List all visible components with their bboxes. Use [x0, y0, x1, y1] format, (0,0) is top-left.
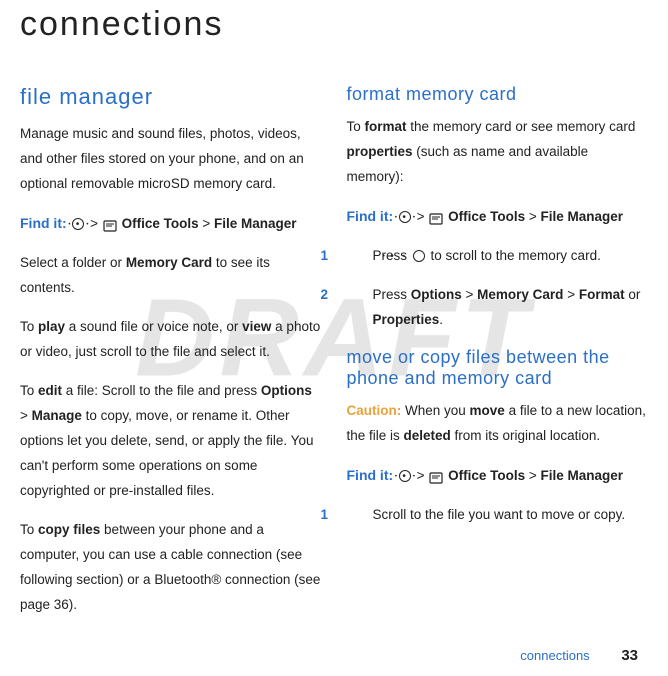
- find-it-line-1: Find it: •• > Office Tools > File Manage…: [20, 211, 322, 237]
- copy-files-label: copy files: [38, 522, 100, 537]
- text-fragment: Select a folder or: [20, 255, 126, 270]
- menu-office-tools: Office Tools: [448, 209, 525, 224]
- text-fragment: To: [20, 383, 38, 398]
- text-fragment: a file: Scroll to the file and press: [62, 383, 261, 398]
- play-label: play: [38, 319, 65, 334]
- step-number: 1: [347, 503, 373, 528]
- menu-office-tools: Office Tools: [122, 216, 199, 231]
- page-number: 33: [621, 647, 638, 664]
- properties-menu-label: Properties: [373, 312, 440, 327]
- find-it-line-3: Find it: •• > Office Tools > File Manage…: [347, 463, 649, 489]
- nav-key-icon: ••: [411, 249, 427, 263]
- text-fragment: from its original location.: [451, 428, 600, 443]
- two-column-layout: file manager Manage music and sound file…: [20, 84, 648, 631]
- memory-card-label: Memory Card: [477, 287, 563, 302]
- step-number: 2: [347, 283, 373, 308]
- page-title: connections: [20, 0, 648, 44]
- tools-icon: [428, 469, 444, 483]
- format-label: format: [365, 119, 407, 134]
- caution-text: Caution: When you move a file to a new l…: [347, 399, 649, 449]
- find-it-label: Find it:: [347, 208, 394, 224]
- step-number: 1: [347, 244, 373, 269]
- format-intro: To format the memory card or see memory …: [347, 115, 649, 190]
- text-fragment: the memory card or see memory card: [407, 119, 636, 134]
- step-2: 2Press Options > Memory Card > Format or…: [347, 283, 649, 333]
- text-fragment: >: [20, 408, 32, 423]
- step-1b: 1Scroll to the file you want to move or …: [347, 503, 649, 528]
- text-fragment: a sound file or voice note, or: [65, 319, 242, 334]
- find-it-label: Find it:: [20, 215, 67, 231]
- text-fragment: or: [625, 287, 641, 302]
- caution-label: Caution:: [347, 403, 402, 418]
- text-fragment: To: [20, 522, 38, 537]
- options-label: Options: [261, 383, 312, 398]
- nav-key-icon: ••: [397, 469, 413, 483]
- move-label: move: [470, 403, 505, 418]
- properties-label: properties: [347, 144, 413, 159]
- text-fragment: To: [20, 319, 38, 334]
- nav-key-icon: ••: [70, 217, 86, 231]
- edit-file-text: To edit a file: Scroll to the file and p…: [20, 379, 322, 504]
- text-fragment: to scroll to the memory card.: [427, 248, 601, 263]
- select-folder-text: Select a folder or Memory Card to see it…: [20, 251, 322, 301]
- text-fragment: Scroll to the file you want to move or c…: [373, 507, 626, 522]
- text-fragment: Press: [373, 287, 411, 302]
- format-memory-heading: format memory card: [347, 84, 649, 105]
- copy-files-text: To copy files between your phone and a c…: [20, 518, 322, 618]
- step-1: 1Press •• to scroll to the memory card.: [347, 244, 649, 269]
- file-manager-heading: file manager: [20, 84, 322, 110]
- menu-file-manager: File Manager: [214, 216, 297, 231]
- view-label: view: [242, 319, 271, 334]
- tools-icon: [428, 210, 444, 224]
- play-view-text: To play a sound file or voice note, or v…: [20, 315, 322, 365]
- edit-label: edit: [38, 383, 62, 398]
- options-label: Options: [411, 287, 462, 302]
- left-column: file manager Manage music and sound file…: [20, 84, 322, 631]
- page-footer: connections 33: [520, 647, 638, 664]
- file-manager-intro: Manage music and sound files, photos, vi…: [20, 122, 322, 197]
- manage-label: Manage: [32, 408, 82, 423]
- nav-key-icon: ••: [397, 210, 413, 224]
- tools-icon: [102, 217, 118, 231]
- memory-card-label: Memory Card: [126, 255, 212, 270]
- footer-section-name: connections: [520, 648, 589, 663]
- deleted-label: deleted: [404, 428, 451, 443]
- menu-office-tools: Office Tools: [448, 468, 525, 483]
- menu-file-manager: File Manager: [540, 209, 623, 224]
- text-fragment: To: [347, 119, 365, 134]
- move-copy-heading: move or copy files between the phone and…: [347, 347, 649, 389]
- format-menu-label: Format: [579, 287, 625, 302]
- right-column: format memory card To format the memory …: [347, 84, 649, 631]
- find-it-line-2: Find it: •• > Office Tools > File Manage…: [347, 204, 649, 230]
- text-fragment: When you: [401, 403, 469, 418]
- menu-file-manager: File Manager: [540, 468, 623, 483]
- page-content: connections file manager Manage music an…: [20, 0, 648, 631]
- find-it-label: Find it:: [347, 467, 394, 483]
